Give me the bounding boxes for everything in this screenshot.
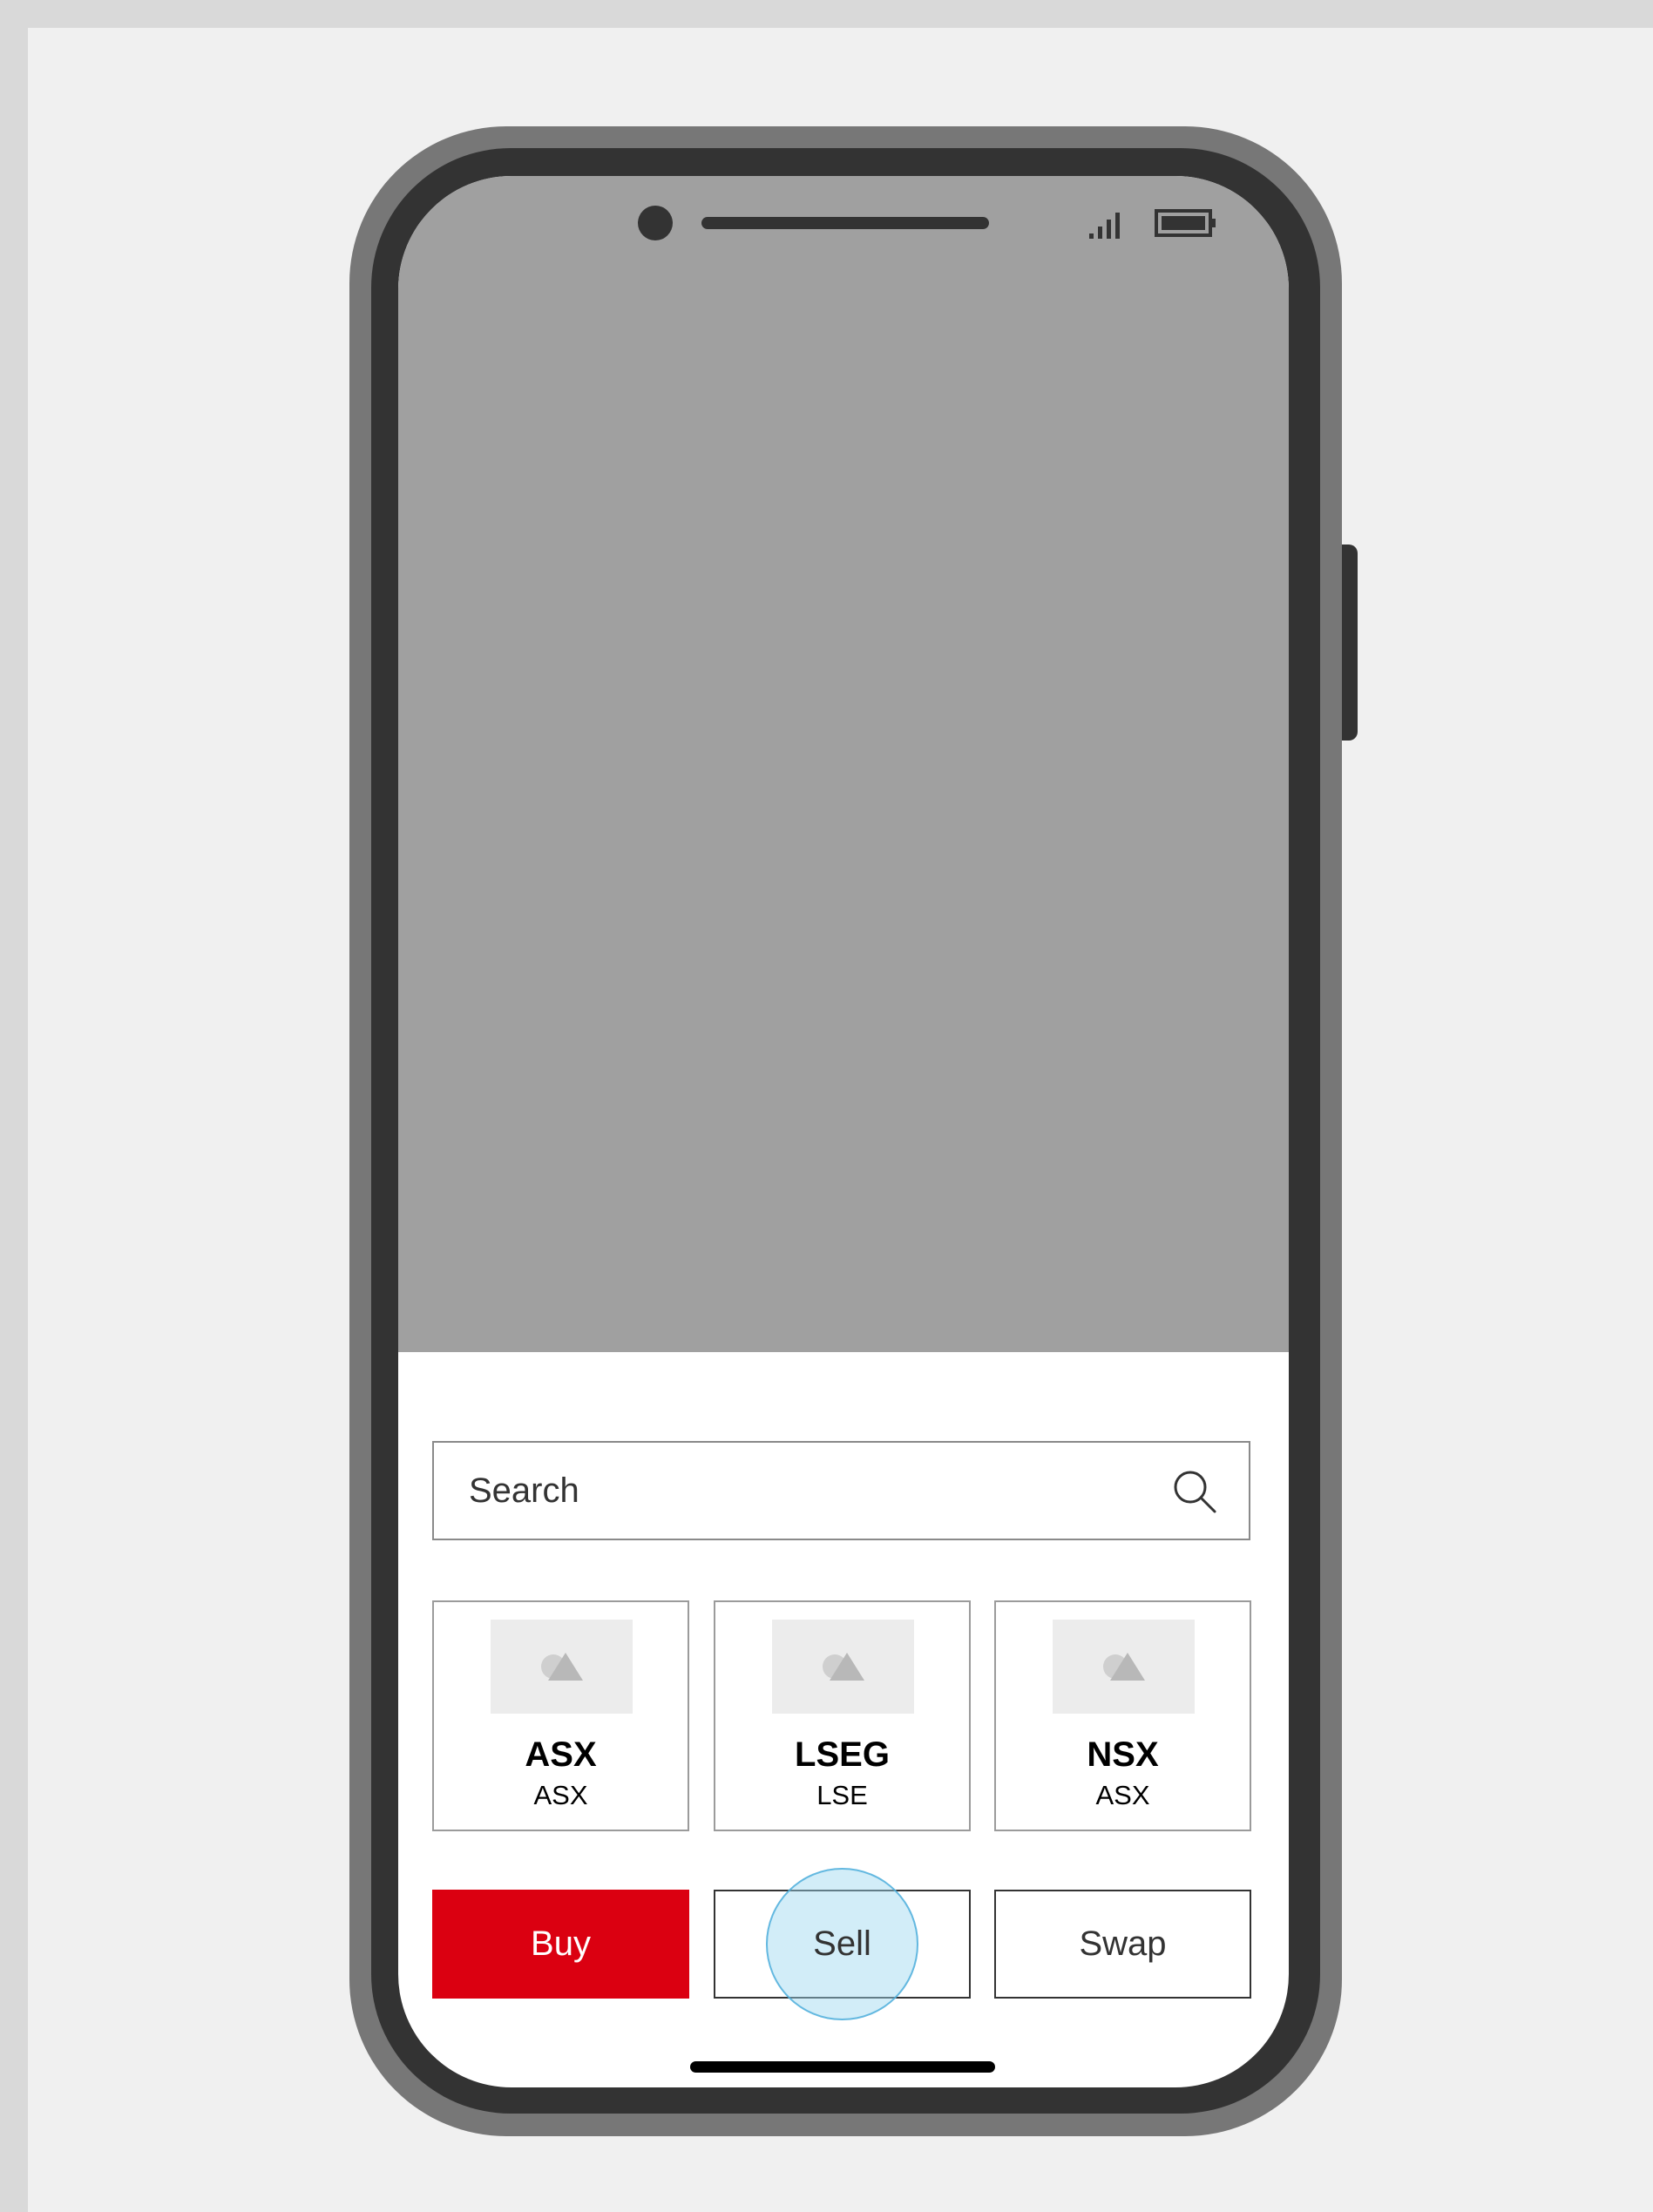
phone-screen: ASX ASX LSEG LSE NSX ASX Buy Sell Swap (398, 176, 1289, 2087)
swap-button[interactable]: Swap (994, 1890, 1251, 1999)
swap-button-label: Swap (1079, 1925, 1167, 1963)
exchange-name: NSX (1087, 1735, 1159, 1774)
sell-button-label: Sell (813, 1925, 871, 1963)
battery-icon (1155, 209, 1216, 237)
buy-button-label: Buy (531, 1925, 591, 1963)
image-placeholder-icon (540, 1653, 583, 1681)
exchange-name: ASX (525, 1735, 597, 1774)
search-icon[interactable] (1170, 1467, 1219, 1516)
exchange-code: ASX (533, 1780, 588, 1810)
exchange-name: LSEG (795, 1735, 890, 1774)
buy-button[interactable]: Buy (432, 1890, 689, 1999)
exchange-image (772, 1620, 914, 1714)
sell-button[interactable]: Sell (714, 1890, 971, 1999)
exchange-code: LSE (816, 1780, 868, 1810)
exchange-image (1053, 1620, 1195, 1714)
exchange-card-asx[interactable]: ASX ASX (432, 1600, 689, 1831)
content-placeholder-area (398, 176, 1289, 1352)
exchange-card-lseg[interactable]: LSEG LSE (714, 1600, 971, 1831)
home-indicator[interactable] (690, 2061, 995, 2073)
exchange-code: ASX (1095, 1780, 1150, 1810)
signal-icon (1089, 213, 1120, 239)
search-field[interactable] (432, 1441, 1250, 1540)
camera-icon (638, 206, 673, 240)
search-input[interactable] (469, 1443, 1148, 1539)
exchange-image (491, 1620, 633, 1714)
image-placeholder-icon (822, 1653, 864, 1681)
image-placeholder-icon (1102, 1653, 1145, 1681)
speaker-icon (701, 217, 989, 229)
exchange-card-nsx[interactable]: NSX ASX (994, 1600, 1251, 1831)
